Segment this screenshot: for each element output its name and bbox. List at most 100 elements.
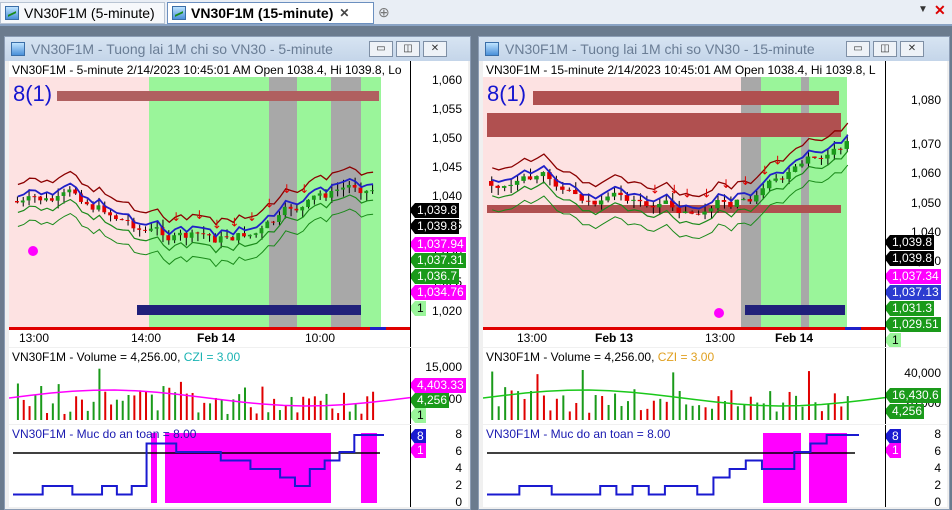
time-label: Feb 14 bbox=[775, 331, 814, 345]
volume-bar bbox=[348, 411, 351, 420]
maximize-button[interactable]: ◫ bbox=[396, 41, 420, 57]
safety-axis[interactable]: 8642081 bbox=[885, 425, 947, 507]
chart-window-15-minute[interactable]: VN30F1M - Tuong lai 1M chi so VN30 - 15-… bbox=[478, 36, 950, 510]
volume-tick-label: 15,000 bbox=[425, 360, 462, 374]
safety-pane[interactable]: VN30F1M - Muc do an toan = 8.00 bbox=[9, 425, 410, 507]
volume-bar bbox=[736, 406, 739, 420]
volume-bar bbox=[34, 395, 37, 420]
volume-axis[interactable]: 40,000 20,000 16,430.6 4,256 bbox=[885, 348, 947, 424]
price-tag: 1,034.76 bbox=[411, 285, 466, 300]
close-button[interactable]: ✕ bbox=[900, 41, 924, 57]
tab-5-minute[interactable]: VN30F1M (5-minute) bbox=[0, 2, 165, 24]
chart-window-5-minute[interactable]: VN30F1M - Tuong lai 1M chi so VN30 - 5-m… bbox=[4, 36, 471, 510]
volume-bar bbox=[555, 398, 558, 420]
safety-tick-label: 4 bbox=[455, 461, 462, 475]
safety-tick-label: 2 bbox=[934, 478, 941, 492]
safety-tag: 8 bbox=[886, 429, 901, 444]
close-button[interactable]: ✕ bbox=[423, 41, 447, 57]
volume-bar bbox=[238, 394, 241, 420]
volume-bar bbox=[730, 390, 733, 420]
volume-bar bbox=[743, 404, 746, 420]
sell-signal-icon: ↓ bbox=[740, 174, 750, 188]
minimize-button[interactable]: ▭ bbox=[369, 41, 393, 57]
volume-label: VN30F1M - Volume = 4,256.00, bbox=[12, 350, 181, 364]
candle bbox=[792, 166, 798, 172]
candle bbox=[335, 189, 340, 191]
candle bbox=[96, 205, 101, 210]
safety-tag: 1 bbox=[886, 443, 901, 458]
time-label: 10:00 bbox=[305, 331, 336, 345]
tab-list-icon[interactable]: ▼ bbox=[918, 4, 928, 15]
volume-bar bbox=[568, 411, 571, 420]
candle bbox=[113, 215, 118, 220]
volume-bar bbox=[549, 410, 552, 420]
price-tag: 1,036.7 bbox=[411, 269, 460, 284]
price-tick-label: 1,050 bbox=[910, 196, 941, 210]
volume-bar bbox=[57, 384, 60, 420]
volume-bar bbox=[127, 394, 130, 420]
session-strip bbox=[483, 327, 885, 330]
volume-bar bbox=[542, 395, 545, 420]
volume-bar bbox=[174, 392, 177, 420]
volume-pane[interactable]: VN30F1M - Volume = 4,256.00, CZI = 3.00 bbox=[9, 348, 410, 424]
volume-bar bbox=[16, 383, 19, 420]
volume-bar bbox=[296, 412, 299, 420]
magenta-dot bbox=[714, 308, 724, 318]
close-icon[interactable]: ✕ bbox=[934, 2, 946, 19]
volume-bar bbox=[209, 403, 212, 420]
sell-signal-icon: ↓ bbox=[282, 182, 292, 196]
price-chart[interactable]: ↓↓↓↓↓↓↓↓ bbox=[9, 61, 410, 347]
close-tab-icon[interactable]: ✕ bbox=[339, 6, 349, 20]
volume-bar bbox=[601, 396, 604, 420]
candle bbox=[341, 187, 345, 190]
candle bbox=[779, 178, 785, 180]
tab-15-minute[interactable]: VN30F1M (15-minute) ✕ bbox=[167, 2, 374, 24]
candle bbox=[172, 235, 177, 241]
candle bbox=[311, 195, 316, 200]
candle bbox=[799, 163, 804, 167]
candle bbox=[277, 215, 281, 222]
candle bbox=[201, 233, 206, 235]
candle bbox=[747, 199, 753, 202]
price-axis[interactable]: 1,0601,0551,0501,0451,0401,0351,0301,025… bbox=[410, 61, 468, 347]
candle bbox=[534, 176, 539, 180]
candle bbox=[637, 199, 643, 202]
volume-bar bbox=[833, 393, 836, 420]
resistance-band bbox=[533, 91, 839, 105]
candle bbox=[143, 229, 147, 231]
safety-pane[interactable]: VN30F1M - Muc do an toan = 8.00 bbox=[483, 425, 885, 507]
session-strip bbox=[9, 327, 410, 330]
volume-bar bbox=[698, 405, 701, 420]
candle bbox=[15, 201, 19, 203]
candle bbox=[527, 176, 533, 180]
candle bbox=[708, 208, 714, 212]
candle bbox=[592, 200, 597, 205]
volume-bar bbox=[523, 398, 526, 420]
safety-axis[interactable]: 8642081 bbox=[410, 425, 468, 507]
candle bbox=[84, 201, 89, 205]
volume-bar bbox=[827, 403, 830, 420]
price-chart[interactable]: ↓↓↓↓↓↓↓↓ bbox=[483, 61, 885, 347]
candle bbox=[689, 211, 694, 214]
volume-bar bbox=[775, 411, 778, 420]
volume-pane[interactable]: VN30F1M - Volume = 4,256.00, CZI = 3.00 bbox=[483, 348, 885, 424]
candle bbox=[734, 199, 740, 207]
price-pane[interactable]: ↓ ↓ ↓ ↓ ↓ ↓ ↓ ↓ VN30F1M - 15-minute 2/14/2023 1… bbox=[483, 61, 885, 347]
price-axis[interactable]: 1,0801,0701,0601,0501,0401,0301,0201,039… bbox=[885, 61, 947, 347]
volume-bar bbox=[156, 410, 159, 420]
price-pane[interactable]: ↓ ↓ ↓ ↓ ↓ ↓ ↓ ↓ VN30F1M - 5-minute 2/14/2023 10… bbox=[9, 61, 410, 347]
safe-zone bbox=[361, 433, 377, 503]
volume-bar bbox=[795, 395, 798, 420]
candle bbox=[754, 195, 759, 202]
minimize-button[interactable]: ▭ bbox=[846, 41, 870, 57]
volume-bar bbox=[86, 410, 89, 420]
volume-bar bbox=[46, 413, 49, 420]
volume-bar bbox=[659, 398, 662, 420]
volume-bar bbox=[325, 393, 328, 420]
volume-axis[interactable]: 15,00010,0005,0004,403.334,2561 bbox=[410, 348, 468, 424]
maximize-button[interactable]: ◫ bbox=[873, 41, 897, 57]
candle bbox=[760, 188, 765, 196]
candle bbox=[370, 190, 374, 192]
candle bbox=[265, 221, 270, 229]
new-tab-icon[interactable]: ⊕ bbox=[378, 4, 390, 21]
